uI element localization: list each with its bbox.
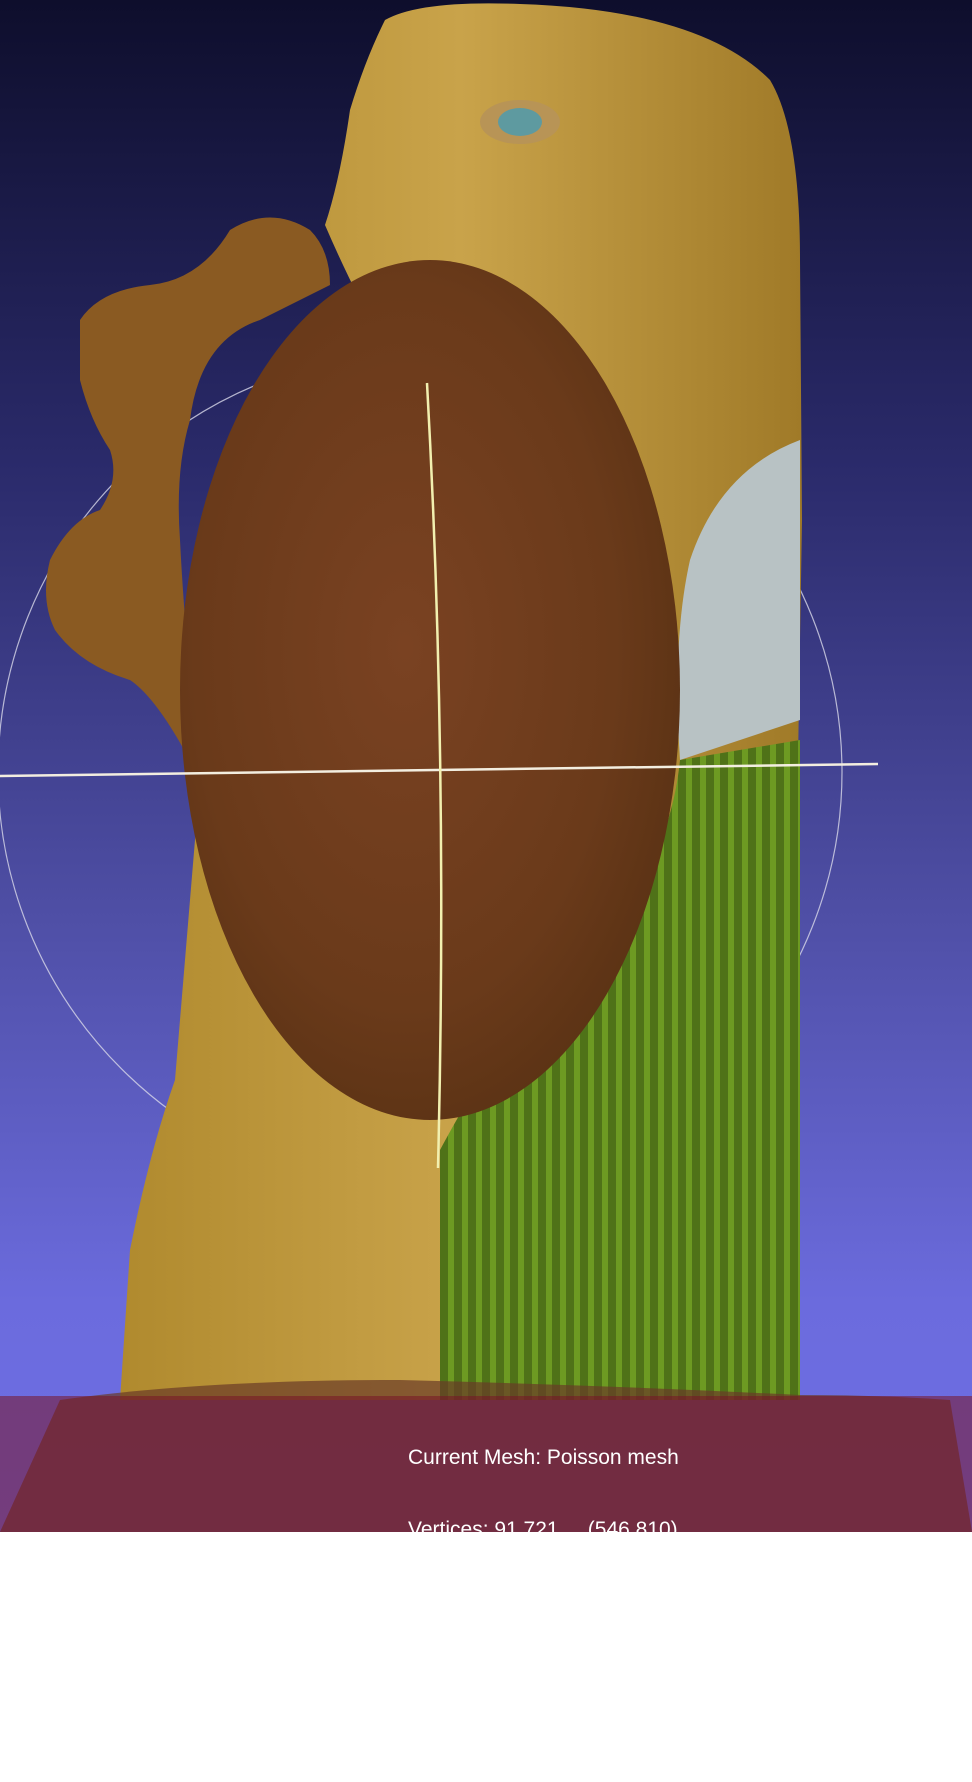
vertices-count: Vertices: 91,721 (546,810) (408, 1518, 678, 1541)
mesh-render[interactable] (0, 0, 972, 1532)
mesh-info-text: Current Mesh: Poisson mesh Vertices: 91,… (408, 1398, 689, 1782)
3d-viewport[interactable] (0, 0, 972, 1532)
selection-count: Selection: v: 0 f: 0 (408, 1662, 575, 1685)
faces-count: Faces: 183,288 (1,084,891) (408, 1590, 690, 1613)
current-mesh-label: Current Mesh: Poisson mesh (408, 1446, 679, 1469)
render-mode: VQ VC (408, 1734, 474, 1757)
statue-eye-iris (498, 108, 542, 136)
statue-brown-disk (180, 260, 680, 1120)
